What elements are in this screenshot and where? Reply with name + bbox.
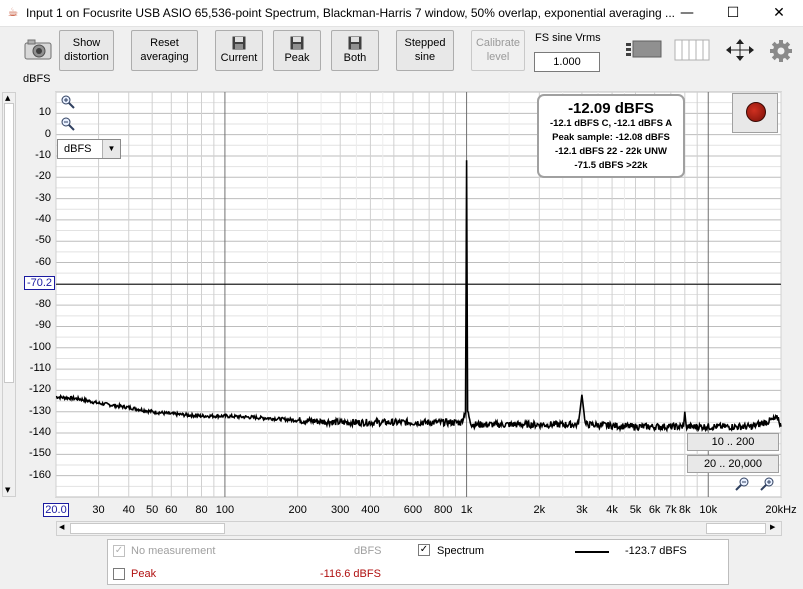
no-measurement-checkbox[interactable]: ✓ [113,545,125,557]
y-tick-label: -110 [29,362,51,375]
unit-dropdown-value: dBFS [64,143,92,155]
x-tick-label: 200 [288,504,307,516]
y-tick-label: -60 [35,255,51,268]
zoom-in-icon[interactable] [61,95,75,109]
y-tick-label: -140 [28,426,51,439]
chevron-down-icon[interactable]: ▼ [102,140,120,158]
y-range-button[interactable]: 10 .. 200 [687,433,779,451]
y-tick-label: -30 [35,191,51,204]
y-cursor-marker[interactable]: -70.2 [24,276,55,290]
readout-main: -12.09 dBFS [568,100,654,117]
y-tick-label: 0 [44,127,51,140]
readout-line3: -12.1 dBFS 22 - 22k UNW [555,146,667,157]
y-tick-label: -100 [28,340,51,353]
y-tick-label: -130 [28,404,51,417]
x-tick-label: 1k [460,504,473,516]
level-readout: -12.09 dBFS -12.1 dBFS C, -12.1 dBFS A P… [537,94,685,178]
horizontal-scroll-thumb[interactable] [70,523,225,534]
peak-label: Peak [131,568,157,580]
y-tick-label: -50 [35,234,51,247]
x-zoom-out-icon[interactable] [735,477,749,491]
x-tick-label: 100 [215,504,235,516]
y-tick-label: -150 [28,447,51,460]
y-tick-label: -10 [35,148,51,161]
y-tick-label: -80 [35,298,51,311]
readout-line2: Peak sample: -12.08 dBFS [552,132,670,143]
y-tick-label: -120 [28,383,51,396]
peak-checkbox[interactable] [113,568,125,580]
record-icon [746,102,766,122]
y-tick-label: 10 [38,106,51,119]
unit-dropdown[interactable]: dBFS ▼ [57,139,121,159]
readout-line1: -12.1 dBFS C, -12.1 dBFS A [549,118,673,129]
spectrum-value: -123.7 dBFS [625,545,687,557]
x-tick-label: 10k [699,504,718,516]
spectrum-label: Spectrum [437,545,485,557]
scroll-right-arrow-icon[interactable]: ▶ [770,523,775,531]
spectrum-line-swatch [575,551,609,553]
y-tick-label: -20 [35,170,51,183]
no-measurement-unit: dBFS [354,545,382,557]
scroll-left-arrow-icon[interactable]: ◀ [59,523,64,531]
no-measurement-label: No measurement [131,545,216,557]
y-tick-label: -40 [35,212,51,225]
x-tick-label: 2k [533,504,546,516]
y-tick-label: -160 [28,468,51,481]
legend-panel: ✓ No measurement dBFS ✓ Spectrum -123.7 … [107,539,729,585]
readout-line4: -71.5 dBFS >22k [574,160,648,171]
spectrum-plot[interactable] [0,0,803,589]
x-tick-label: 400 [361,504,380,516]
x-zoom-in-icon[interactable] [760,477,774,491]
spectrum-checkbox[interactable]: ✓ [418,544,430,556]
x-cursor-marker[interactable]: 20.0 [43,503,69,517]
peak-value: -116.6 dBFS [320,568,381,580]
x-tick-label: 20kHz [765,504,797,516]
y-tick-label: -90 [35,319,51,332]
zoom-out-icon[interactable] [61,117,75,131]
horizontal-scroll-thumb-right[interactable] [706,523,766,534]
x-range-button[interactable]: 20 .. 20,000 [687,455,779,473]
